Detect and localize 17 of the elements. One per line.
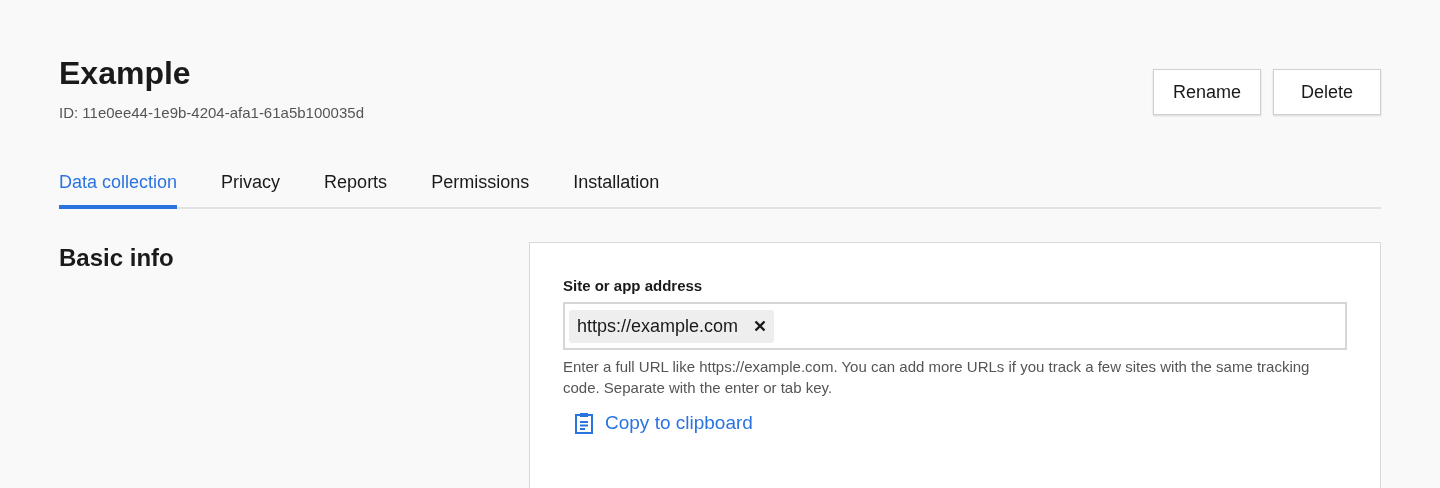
tab[interactable]: Permissions [431, 163, 530, 209]
tab[interactable]: Privacy [221, 163, 281, 209]
input-field[interactable]: https://example.com [563, 302, 1347, 350]
id-text: ID: 11e0ee44-1e9b-4204-afa1-61a5b100035d [59, 104, 364, 121]
delete-button[interactable]: Delete [1273, 69, 1381, 115]
help-text: Enter a full URL like https://example.com. You can add more URLs if you track a few sites with the same tracking code. Separate with the enter or tab key. [563, 357, 1311, 398]
close-icon[interactable] [754, 320, 767, 332]
tab[interactable]: Data collection [59, 163, 178, 209]
copy-link[interactable]: Copy to clipboard [575, 412, 1347, 434]
page-title: Example [59, 54, 192, 93]
field-label: Site or app address [563, 277, 704, 294]
tab[interactable]: Installation [573, 163, 660, 209]
tab[interactable]: Reports [324, 163, 388, 209]
clipboard-icon [575, 412, 593, 434]
tag-text: https://example.com [577, 315, 739, 337]
section-title: Basic info [59, 243, 175, 273]
rename-button[interactable]: Rename [1153, 69, 1261, 115]
